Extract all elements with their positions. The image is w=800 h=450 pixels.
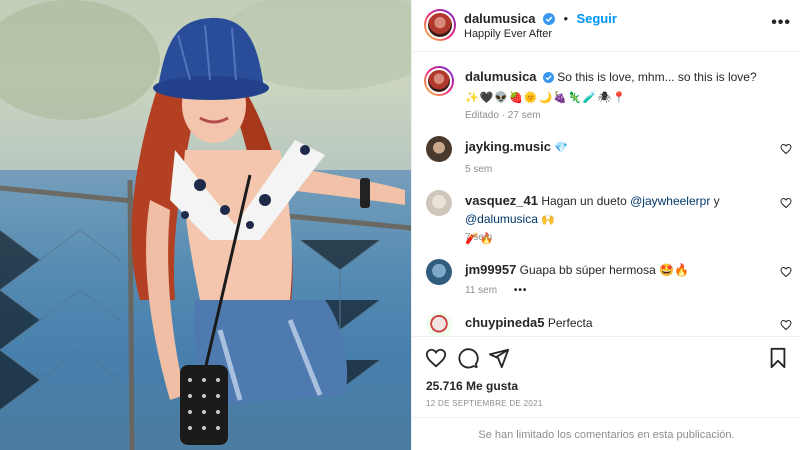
author-avatar[interactable] [424,9,456,41]
comment-meta: 5 sem [465,164,493,175]
comment-body: vasquez_41 Hagan un dueto @jaywheelerpr … [465,192,765,248]
bookmark-icon[interactable] [767,347,789,369]
post-header: dalumusica • Seguir Happily Ever After •… [412,0,800,52]
more-options-icon[interactable]: ••• [771,14,791,32]
comment-emoji: 🙌 [541,213,556,226]
comment-item: jm99957 Guapa bb súper hermosa 🤩🔥 11 sem… [426,259,796,303]
comment-text: 💎 [554,141,570,154]
comment-username[interactable]: chuypineda5 [465,315,544,330]
header-user-row: dalumusica • Seguir [464,10,617,30]
comment-body: jm99957 Guapa bb súper hermosa 🤩🔥 [465,261,765,279]
like-comment-heart-icon[interactable] [780,196,792,209]
instagram-post: dalumusica • Seguir Happily Ever After •… [0,0,800,450]
mention-link[interactable]: @jaywheelerpr [630,194,710,208]
post-actions: 25.716 Me gusta 12 DE SEPTIEMBRE DE 2021… [412,336,800,450]
comment-text: Guapa bb súper hermosa 🤩🔥 [519,263,689,277]
header-separator: • [563,11,568,26]
likes-count[interactable]: 25.716 Me gusta [426,379,518,393]
post-date[interactable]: 12 DE SEPTIEMBRE DE 2021 [426,399,543,408]
mention-link[interactable]: @dalumusica [465,212,538,226]
comments-list[interactable]: dalumusica So this is love, mhm... so th… [412,52,800,336]
comment-text-mid: y [710,194,720,208]
caption-emojis: ✨🖤👽🍓🌞🌙🍇🦎🧪🕷📍 [465,91,627,104]
like-comment-heart-icon[interactable] [780,318,792,331]
post-location[interactable]: Happily Ever After [464,28,552,40]
caption-text: So this is love, mhm... so this is love? [557,70,757,84]
caption-meta: Editado · 27 sem [465,110,541,121]
verified-badge-icon [542,70,554,88]
post-photo[interactable] [0,0,411,450]
comment-meta-row: 11 sem ••• [465,285,527,296]
post-side-panel: dalumusica • Seguir Happily Ever After •… [411,0,800,450]
comment-item: jayking.music 💎 5 sem [426,136,796,180]
like-heart-icon[interactable] [425,347,447,369]
caption-username[interactable]: dalumusica [465,69,537,84]
comment-username[interactable]: jayking.music [465,139,551,154]
caption-body: dalumusica So this is love, mhm... so th… [465,68,765,107]
comment-avatar[interactable] [426,259,452,285]
comments-limited-notice: Se han limitado los comentarios en esta … [412,417,800,450]
caption-avatar[interactable] [424,66,454,96]
comment-username[interactable]: jm99957 [465,262,516,277]
comment-avatar[interactable] [426,312,452,336]
follow-button[interactable]: Seguir [576,11,616,26]
post-caption: dalumusica So this is love, mhm... so th… [424,66,796,128]
comment-text: Hagan un dueto [541,194,631,208]
comment-meta: 11 sem [465,285,498,296]
comment-avatar[interactable] [426,190,452,216]
comment-avatar[interactable] [426,136,452,162]
like-comment-heart-icon[interactable] [780,142,792,155]
comment-meta: 7 sem [465,232,493,243]
comment-item: vasquez_41 Hagan un dueto @jaywheelerpr … [426,190,796,250]
share-icon[interactable] [488,347,510,369]
like-comment-heart-icon[interactable] [780,265,792,278]
comment-more-icon[interactable]: ••• [514,285,528,296]
comment-body: chuypineda5 Perfecta [465,314,765,332]
header-username[interactable]: dalumusica [464,11,536,26]
comment-username[interactable]: vasquez_41 [465,193,538,208]
comment-item: chuypineda5 Perfecta [426,312,796,336]
comment-text: Perfecta [547,316,593,330]
comment-body: jayking.music 💎 [465,138,765,157]
comment-icon[interactable] [457,347,479,369]
photo-illustration [0,0,411,450]
